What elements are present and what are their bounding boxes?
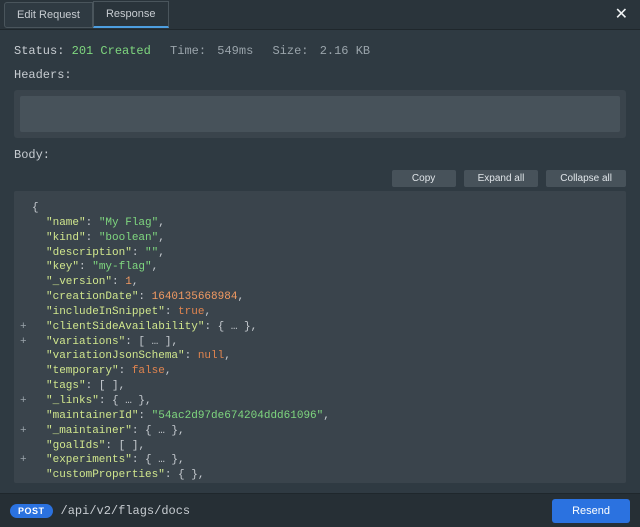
headers-box — [14, 90, 626, 138]
collapse-all-button[interactable]: Collapse all — [546, 170, 626, 187]
method-badge: POST — [10, 504, 53, 518]
headers-label: Headers: — [14, 68, 626, 82]
status-label: Status: — [14, 44, 64, 58]
time-value: 549ms — [217, 44, 253, 58]
status-line: Status: 201 Created Time: 549ms Size: 2.… — [14, 44, 626, 58]
body-label: Body: — [14, 148, 626, 162]
headers-content[interactable] — [20, 96, 620, 132]
json-body[interactable]: { "name": "My Flag", "kind": "boolean", … — [14, 191, 626, 483]
response-panel: Status: 201 Created Time: 549ms Size: 2.… — [0, 30, 640, 492]
resend-button[interactable]: Resend — [552, 499, 630, 523]
footer: POST /api/v2/flags/docs Resend — [0, 493, 640, 527]
tab-edit-request[interactable]: Edit Request — [4, 2, 93, 28]
body-toolbar: Copy Expand all Collapse all — [14, 170, 626, 187]
close-icon[interactable]: ✕ — [611, 3, 632, 27]
tab-bar: Edit Request Response ✕ — [0, 0, 640, 30]
request-path: /api/v2/flags/docs — [61, 504, 191, 518]
copy-button[interactable]: Copy — [392, 170, 456, 187]
time-label: Time: — [170, 44, 206, 58]
size-label: Size: — [272, 44, 308, 58]
size-value: 2.16 KB — [320, 44, 370, 58]
status-value: 201 Created — [72, 44, 151, 58]
expand-all-button[interactable]: Expand all — [464, 170, 539, 187]
tab-response[interactable]: Response — [93, 1, 169, 28]
